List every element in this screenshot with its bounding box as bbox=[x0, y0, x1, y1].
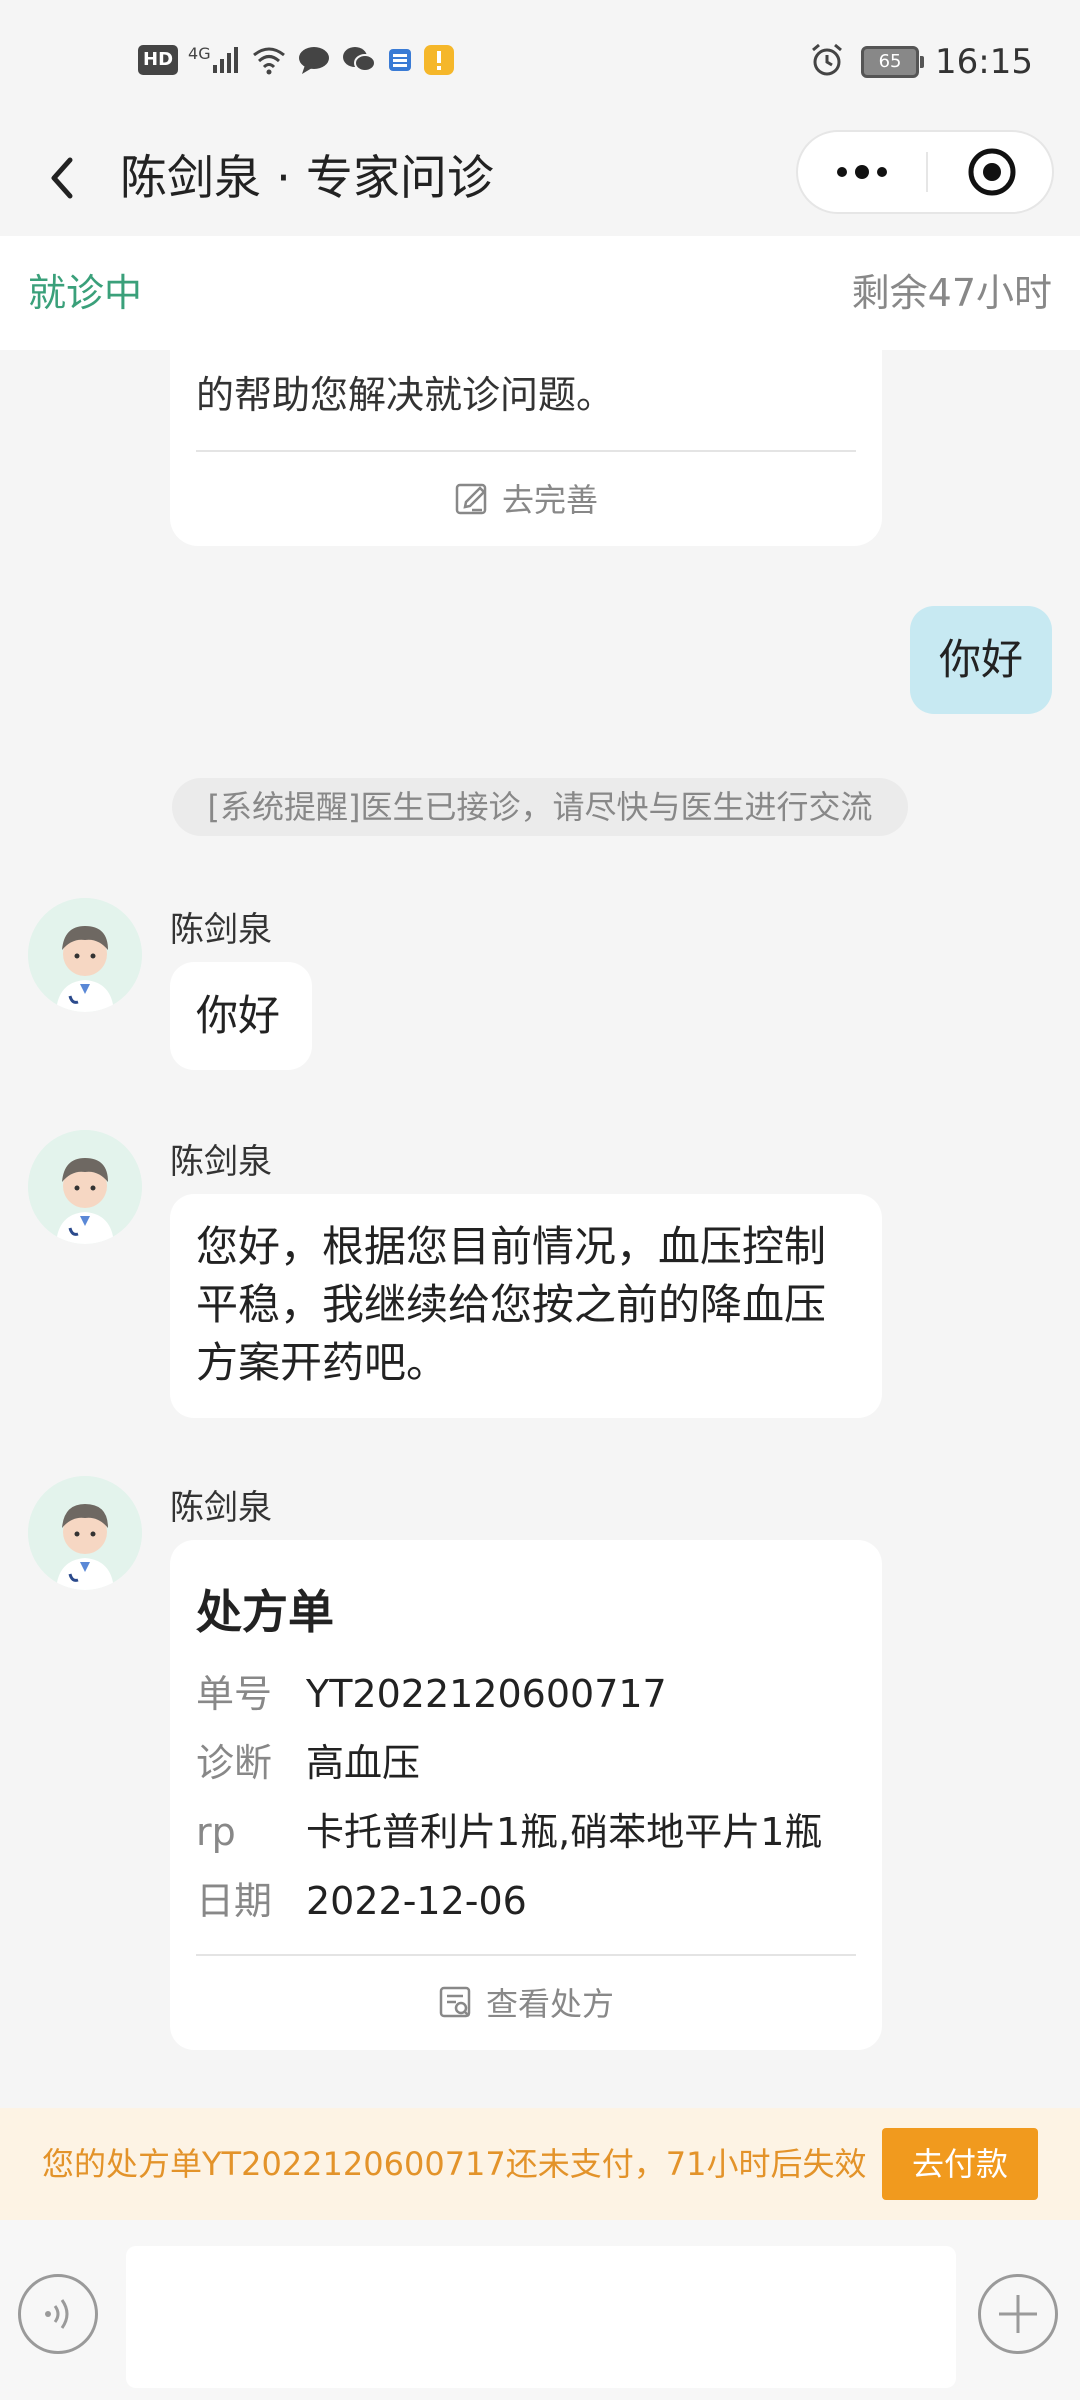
payment-notice-text: 您的处方单YT2022120600717还未支付，71小时后失效 bbox=[42, 2145, 867, 2183]
row-key: rp bbox=[196, 1810, 236, 1854]
consult-status: 就诊中 bbox=[28, 271, 143, 315]
voice-button[interactable] bbox=[18, 2274, 98, 2354]
edit-icon bbox=[455, 483, 487, 515]
intro-card-text: 的帮助您解决就诊问题。 bbox=[196, 373, 615, 417]
complete-info-link[interactable]: 去完善 bbox=[196, 452, 856, 544]
wifi-icon bbox=[251, 44, 287, 76]
prescription-title: 处方单 bbox=[196, 1585, 334, 1639]
close-mini-program-button[interactable] bbox=[930, 132, 1054, 212]
doctor-avatar[interactable] bbox=[28, 898, 142, 1012]
voice-icon bbox=[45, 2299, 69, 2329]
target-icon bbox=[968, 148, 1016, 196]
prescription-row: 日期 2022-12-06 bbox=[196, 1877, 527, 1925]
sender-name: 陈剑泉 bbox=[170, 1142, 272, 1182]
sender-name: 陈剑泉 bbox=[170, 1488, 272, 1528]
row-key: 诊断 bbox=[196, 1741, 273, 1785]
row-key: 日期 bbox=[196, 1879, 273, 1923]
message-input[interactable] bbox=[126, 2246, 956, 2388]
alarm-icon bbox=[809, 42, 845, 82]
status-right-icons: 65 16:15 bbox=[809, 42, 1033, 82]
row-value: 卡托普利片1瓶,硝苯地平片1瓶 bbox=[306, 1810, 823, 1854]
plus-icon bbox=[999, 2295, 1037, 2333]
pay-button[interactable]: 去付款 bbox=[882, 2128, 1038, 2200]
row-value: YT2022120600717 bbox=[306, 1672, 667, 1716]
view-prescription-link[interactable]: 查看处方 bbox=[196, 1956, 856, 2048]
payment-notice-bar: 您的处方单YT2022120600717还未支付，71小时后失效 去付款 bbox=[0, 2108, 1080, 2220]
intro-card: 的帮助您解决就诊问题。 去完善 bbox=[170, 330, 882, 546]
prescription-row: 诊断 高血压 bbox=[196, 1739, 420, 1787]
system-notice: [系统提醒]医生已接诊，请尽快与医生进行交流 bbox=[172, 778, 908, 836]
chevron-left-icon bbox=[51, 157, 73, 199]
prescription-row: rp 卡托普利片1瓶,硝苯地平片1瓶 bbox=[196, 1808, 822, 1856]
doctor-avatar[interactable] bbox=[28, 1476, 142, 1590]
prescription-card[interactable]: 处方单 单号 YT2022120600717 诊断 高血压 rp 卡托普利片1瓶… bbox=[170, 1540, 882, 2050]
capsule-divider bbox=[926, 152, 928, 192]
page-title: 陈剑泉 · 专家问诊 bbox=[120, 151, 494, 206]
self-message-bubble: 你好 bbox=[910, 606, 1052, 714]
hd-icon: HD bbox=[138, 45, 179, 75]
clock-time: 16:15 bbox=[935, 42, 1033, 82]
signal-icon: 4G bbox=[188, 44, 241, 76]
doctor-avatar-icon bbox=[28, 1476, 142, 1590]
message-bubble: 您好，根据您目前情况，血压控制平稳，我继续给您按之前的降血压方案开药吧。 bbox=[170, 1194, 882, 1418]
back-button[interactable] bbox=[36, 150, 92, 206]
mini-program-capsule bbox=[796, 130, 1054, 214]
chat-input-bar bbox=[0, 2220, 1080, 2400]
doctor-avatar-icon bbox=[28, 898, 142, 1012]
more-actions-button[interactable] bbox=[978, 2274, 1058, 2354]
row-value: 高血压 bbox=[306, 1741, 421, 1785]
view-prescription-label: 查看处方 bbox=[485, 1985, 614, 2023]
row-value: 2022-12-06 bbox=[306, 1879, 527, 1923]
network-type: 4G bbox=[188, 44, 211, 63]
notification-icon bbox=[423, 44, 455, 76]
prescription-icon bbox=[439, 1986, 471, 2018]
wechat-icon bbox=[341, 44, 377, 76]
more-button[interactable] bbox=[798, 132, 926, 212]
nav-header: 陈剑泉 · 专家问诊 bbox=[0, 130, 1080, 236]
complete-info-label: 去完善 bbox=[501, 481, 598, 519]
sender-name: 陈剑泉 bbox=[170, 910, 272, 950]
message-text: 你好 bbox=[196, 991, 281, 1040]
status-left-icons: HD 4G bbox=[138, 44, 455, 76]
battery-icon: 65 bbox=[861, 46, 925, 78]
more-dots-icon bbox=[837, 165, 887, 179]
status-bar: HD 4G 65 16:15 bbox=[0, 0, 1080, 130]
prescription-row: 单号 YT2022120600717 bbox=[196, 1670, 667, 1718]
app-icon bbox=[387, 44, 413, 76]
chat-bubble-icon bbox=[297, 44, 331, 76]
doctor-avatar[interactable] bbox=[28, 1130, 142, 1244]
row-key: 单号 bbox=[196, 1672, 273, 1716]
doctor-avatar-icon bbox=[28, 1130, 142, 1244]
message-text: 您好，根据您目前情况，血压控制平稳，我继续给您按之前的降血压方案开药吧。 bbox=[196, 1222, 827, 1387]
message-bubble: 你好 bbox=[170, 962, 312, 1070]
